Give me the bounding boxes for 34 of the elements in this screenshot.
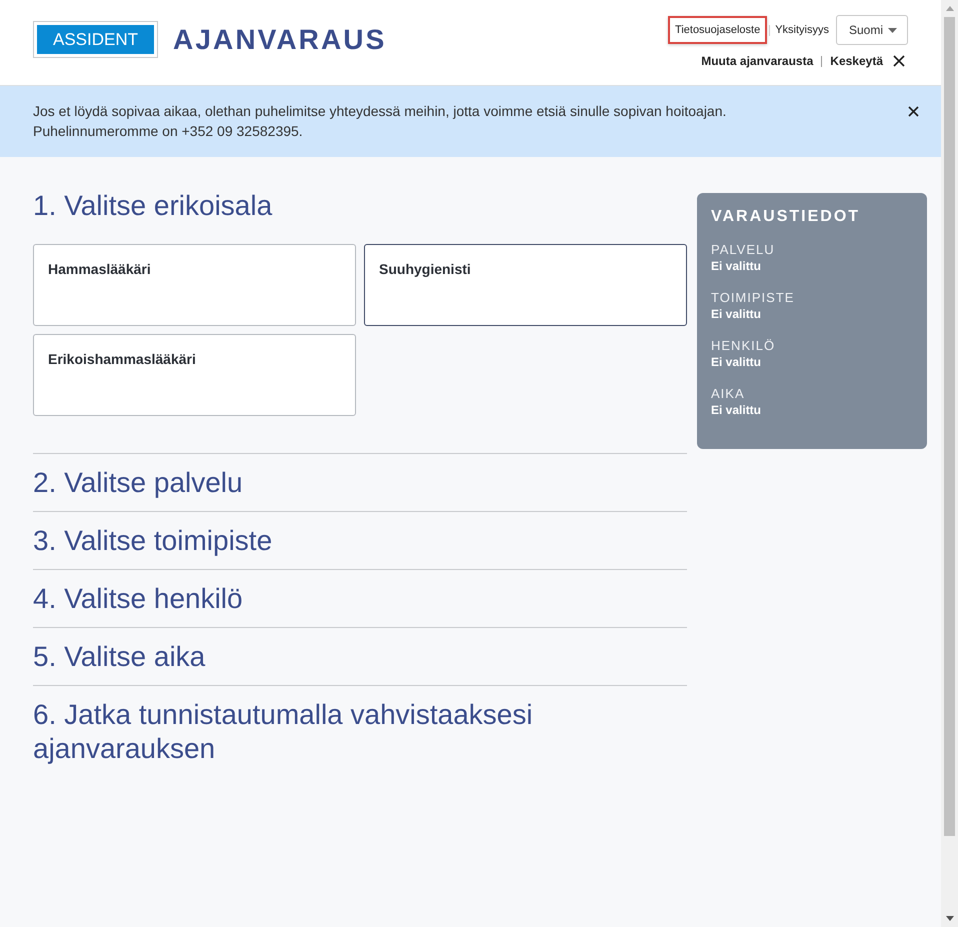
specialty-option[interactable]: Suuhygienisti: [364, 244, 687, 326]
specialty-option[interactable]: Hammaslääkäri: [33, 244, 356, 326]
summary-title: VARAUSTIEDOT: [711, 207, 862, 227]
step-heading[interactable]: 1. Valitse erikoisala: [33, 189, 687, 223]
summary-value: Ei valittu: [711, 306, 762, 322]
logo: ASSIDENT: [33, 21, 158, 58]
summary-label: TOIMIPISTE: [711, 290, 796, 306]
step-heading[interactable]: 3. Valitse toimipiste: [33, 524, 687, 558]
step-heading[interactable]: 6. Jatka tunnistautumalla vahvistaaksesi ajanvarauksen: [33, 698, 687, 766]
specialty-option[interactable]: Erikoishammaslääkäri: [33, 334, 356, 416]
summary-value: Ei valittu: [711, 354, 762, 370]
down-arrow-icon[interactable]: [946, 916, 954, 921]
summary-value: Ei valittu: [711, 402, 762, 418]
header-link[interactable]: Tietosuojaseloste: [668, 16, 768, 44]
cancel-link[interactable]: Keskeytä: [830, 54, 905, 68]
step-heading[interactable]: 4. Valitse henkilö: [33, 582, 687, 616]
scrollbar[interactable]: [941, 0, 958, 927]
close-icon: [893, 55, 905, 67]
summary-value: Ei valittu: [711, 258, 762, 274]
close-button[interactable]: [908, 106, 919, 117]
scrollbar-thumb[interactable]: [944, 17, 955, 836]
header-link[interactable]: Yksityisyys: [775, 23, 829, 37]
up-arrow-icon[interactable]: [946, 6, 954, 11]
language-select[interactable]: Suomi: [836, 15, 908, 45]
close-icon: [908, 106, 919, 117]
summary-label: AIKA: [711, 386, 746, 402]
step-heading[interactable]: 5. Valitse aika: [33, 640, 687, 674]
step-heading[interactable]: 2. Valitse palvelu: [33, 466, 687, 500]
summary-label: HENKILÖ: [711, 338, 776, 354]
notice-text: Jos et löydä sopivaa aikaa, olethan puhelimitse yhteydessä meihin, jotta voimme etsiä sinulle sopivan hoitoajan. Puhelinnumeromme on +352 09 32582395.: [33, 102, 728, 141]
caret-icon: [888, 28, 897, 32]
summary-label: PALVELU: [711, 242, 776, 258]
app-title: AJANVARAUS: [173, 24, 386, 56]
change-booking-link[interactable]: Muuta ajanvarausta: [701, 54, 814, 68]
